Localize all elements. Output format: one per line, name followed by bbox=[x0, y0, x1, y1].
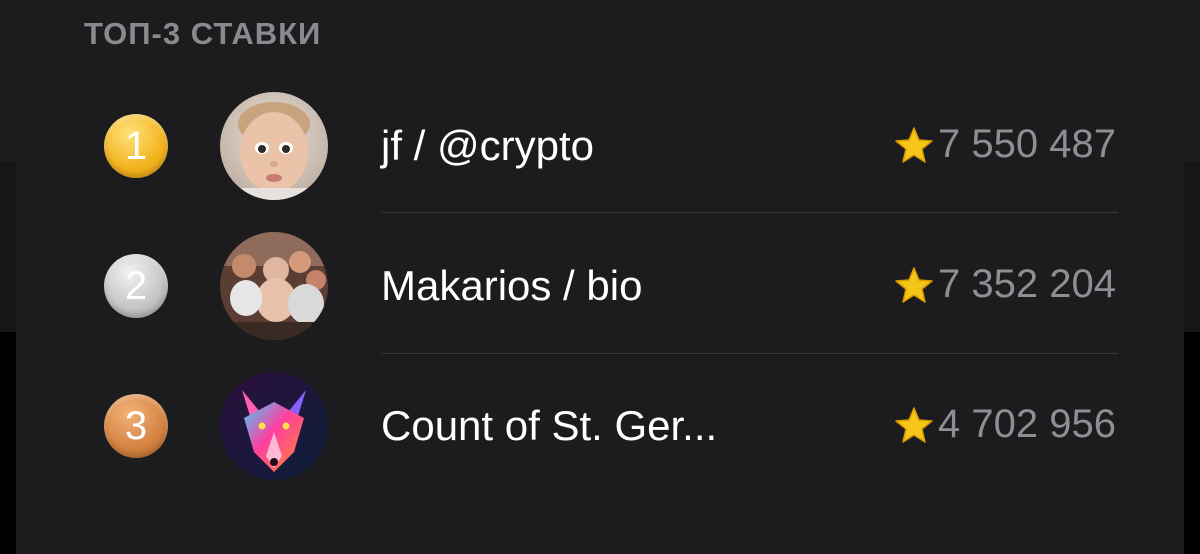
child-portrait-avatar bbox=[220, 92, 328, 200]
star-icon bbox=[895, 126, 933, 163]
rank-badge-bronze: 3 bbox=[104, 394, 168, 458]
avatar[interactable] bbox=[220, 92, 328, 200]
bid-amount-value: 7 550 487 bbox=[938, 122, 1116, 166]
avatar[interactable] bbox=[220, 372, 328, 480]
avatar[interactable] bbox=[220, 232, 328, 340]
bid-amount-value: 4 702 956 bbox=[938, 402, 1116, 446]
rank-badge-gold: 1 bbox=[104, 114, 168, 178]
bidder-name: jf / @crypto bbox=[381, 122, 595, 169]
bid-amount: 4 702 956 bbox=[894, 402, 1116, 447]
star-icon bbox=[895, 406, 933, 443]
bid-amount-value: 7 352 204 bbox=[938, 262, 1116, 306]
row-divider bbox=[381, 212, 1118, 213]
bidder-name: Makarios / bio bbox=[381, 262, 643, 309]
bet-row-1[interactable]: 1 jf / @crypto 7 550 487 bbox=[0, 74, 1200, 214]
rank-badge-silver: 2 bbox=[104, 254, 168, 318]
bet-row-3[interactable]: 3 Count of St. Ger... 4 702 956 bbox=[0, 354, 1200, 494]
group-photo-avatar bbox=[220, 232, 328, 340]
bid-amount: 7 352 204 bbox=[894, 262, 1116, 307]
bid-amount: 7 550 487 bbox=[894, 122, 1116, 167]
bet-row-2[interactable]: 2 Makarios / bio 7 352 204 bbox=[0, 214, 1200, 354]
section-title: ТОП-3 СТАВКИ bbox=[84, 16, 322, 51]
bidder-name: Count of St. Ger... bbox=[381, 402, 718, 449]
neon-wolf-avatar bbox=[220, 372, 328, 480]
star-icon bbox=[895, 266, 933, 303]
